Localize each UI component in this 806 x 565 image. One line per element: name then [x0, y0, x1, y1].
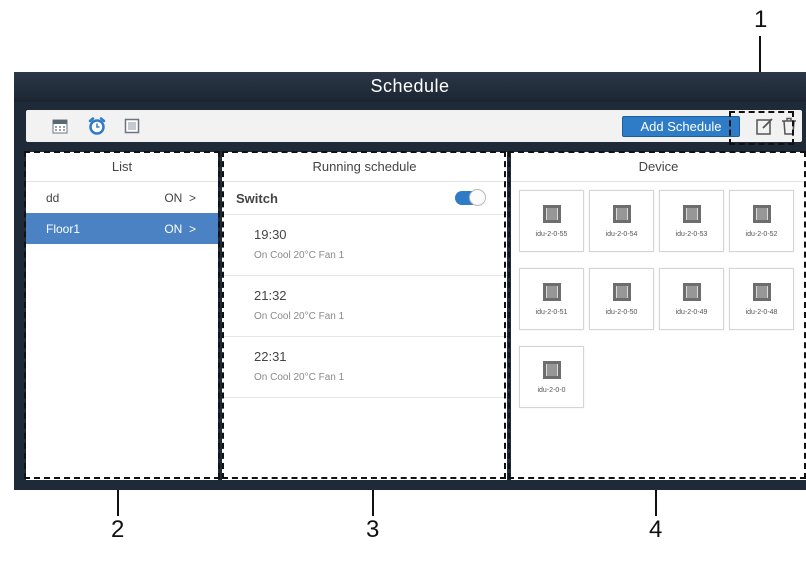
- checkbox-icon[interactable]: [124, 118, 140, 134]
- device-tile[interactable]: idu-2-0-54: [589, 190, 654, 252]
- device-tile[interactable]: idu-2-0-51: [519, 268, 584, 330]
- schedule-desc: On Cool 20°C Fan 1: [254, 250, 345, 261]
- schedule-panel-header: Running schedule: [222, 152, 507, 182]
- indoor-unit-icon: [542, 282, 562, 302]
- device-label: idu-2-0-49: [675, 309, 708, 316]
- schedule-desc: On Cool 20°C Fan 1: [254, 311, 345, 322]
- device-tile[interactable]: idu-2-0-48: [729, 268, 794, 330]
- device-tile[interactable]: idu-2-0-55: [519, 190, 584, 252]
- indoor-unit-icon: [752, 204, 772, 224]
- schedule-time: 21:32: [254, 288, 287, 303]
- list-item-name: Floor1: [46, 221, 81, 236]
- device-label: idu-2-0-55: [535, 231, 568, 238]
- window-title: Schedule: [370, 76, 450, 96]
- edit-icon[interactable]: [754, 115, 776, 137]
- trash-icon[interactable]: [778, 115, 800, 137]
- callout-3: 3: [366, 516, 380, 543]
- device-label: idu-2-0-0: [537, 387, 566, 394]
- device-label: idu-2-0-50: [605, 309, 638, 316]
- device-label: idu-2-0-48: [745, 309, 778, 316]
- list-item-status: ON >: [164, 190, 196, 205]
- schedule-time: 19:30: [254, 227, 287, 242]
- device-panel: Device idu-2-0-55 idu-2-0-54 idu-2-0-53 idu…: [511, 152, 806, 480]
- toggle-knob: [469, 189, 486, 206]
- calendar-icon[interactable]: [52, 118, 68, 134]
- list-item-dd[interactable]: dd ON >: [26, 182, 218, 213]
- device-panel-header: Device: [511, 152, 806, 182]
- schedule-toggle[interactable]: [455, 189, 486, 206]
- indoor-unit-icon: [612, 282, 632, 302]
- add-schedule-button[interactable]: Add Schedule: [622, 116, 740, 137]
- indoor-unit-icon: [682, 204, 702, 224]
- schedule-time: 22:31: [254, 349, 287, 364]
- list-item-floor1[interactable]: Floor1 ON >: [26, 213, 218, 244]
- toolbar: Add Schedule: [26, 110, 802, 142]
- list-panel-header: List: [26, 152, 218, 182]
- indoor-unit-icon: [682, 282, 702, 302]
- device-label: idu-2-0-54: [605, 231, 638, 238]
- indoor-unit-icon: [542, 204, 562, 224]
- title-bar: Schedule: [14, 72, 806, 102]
- chevron-right-icon: >: [188, 190, 196, 205]
- device-label: idu-2-0-53: [675, 231, 708, 238]
- alarm-clock-icon[interactable]: [88, 117, 106, 135]
- switch-row: Switch: [222, 182, 507, 215]
- device-tile[interactable]: idu-2-0-49: [659, 268, 724, 330]
- switch-label: Switch: [236, 190, 278, 206]
- callout-4: 4: [649, 516, 663, 543]
- schedule-window: Schedule Add Schedule List dd ON > Floor…: [14, 72, 806, 490]
- chevron-right-icon: >: [188, 221, 196, 236]
- device-tile[interactable]: idu-2-0-50: [589, 268, 654, 330]
- list-item-name: dd: [46, 190, 60, 205]
- schedule-item[interactable]: 22:31 On Cool 20°C Fan 1: [222, 337, 507, 398]
- device-tile[interactable]: idu-2-0-53: [659, 190, 724, 252]
- indoor-unit-icon: [752, 282, 772, 302]
- indoor-unit-icon: [542, 360, 562, 380]
- list-panel: List dd ON > Floor1 ON >: [26, 152, 218, 480]
- device-label: idu-2-0-52: [745, 231, 778, 238]
- schedule-item[interactable]: 19:30 On Cool 20°C Fan 1: [222, 215, 507, 276]
- device-label: idu-2-0-51: [535, 309, 568, 316]
- callout-1: 1: [754, 6, 768, 33]
- running-schedule-panel: Running schedule Switch 19:30 On Cool 20…: [222, 152, 507, 480]
- device-tile[interactable]: idu-2-0-52: [729, 190, 794, 252]
- callout-2: 2: [111, 516, 125, 543]
- device-tile[interactable]: idu-2-0-0: [519, 346, 584, 408]
- indoor-unit-icon: [612, 204, 632, 224]
- schedule-desc: On Cool 20°C Fan 1: [254, 372, 345, 383]
- list-item-status: ON >: [164, 221, 196, 236]
- schedule-item[interactable]: 21:32 On Cool 20°C Fan 1: [222, 276, 507, 337]
